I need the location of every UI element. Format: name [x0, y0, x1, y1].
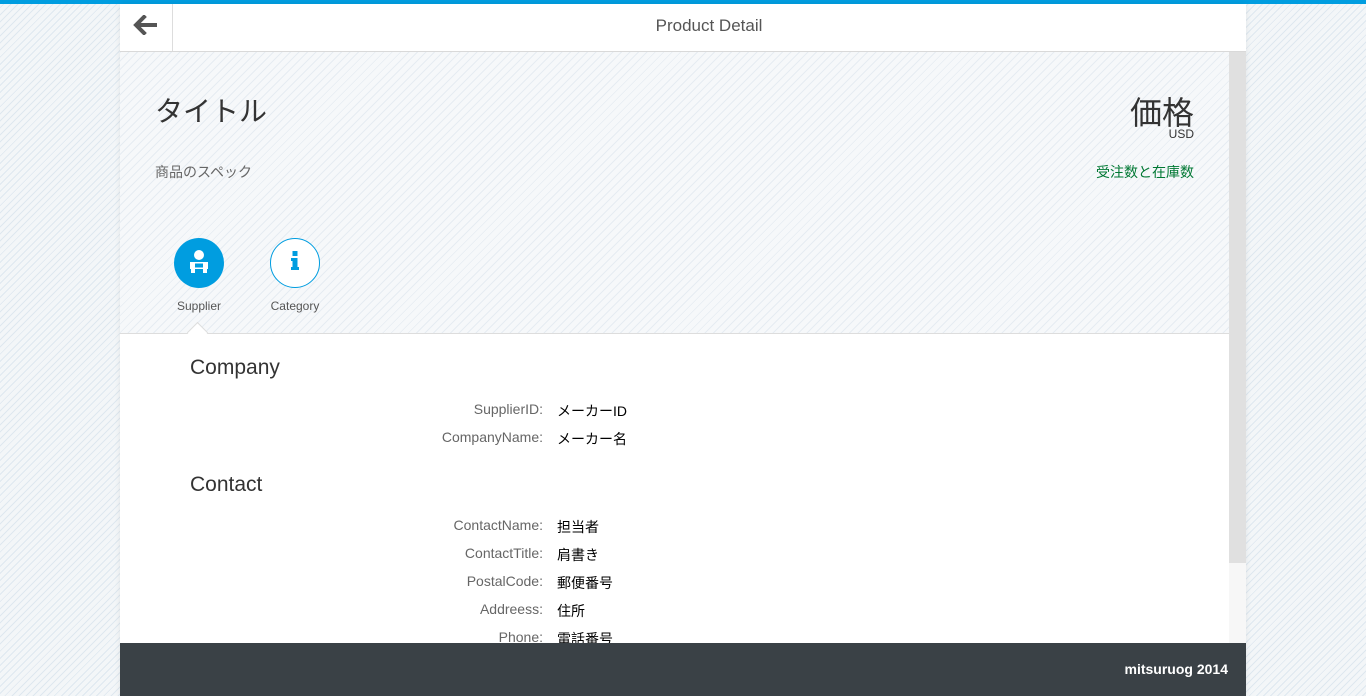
back-button[interactable] [120, 4, 173, 51]
tab-content: Company SupplierID: メーカーID CompanyName: … [120, 334, 1229, 643]
object-attribute: 商品のスペック [155, 164, 253, 180]
field-value: メーカー名 [557, 431, 627, 447]
field-value: 肩書き [557, 547, 599, 563]
page-footer: mitsuruog 2014 [120, 643, 1246, 696]
section-title-contact: Contact [190, 473, 263, 496]
scrollbar-thumb[interactable] [1229, 52, 1246, 563]
arrow-left-icon [133, 14, 159, 40]
field-value: 郵便番号 [557, 575, 613, 591]
field-value: 電話番号 [557, 631, 613, 643]
form-row: ContactTitle: 肩書き [120, 545, 1229, 567]
page-title: Product Detail [655, 16, 763, 35]
form-row: Phone: 電話番号 [120, 629, 1229, 643]
tab-category[interactable]: Category [255, 238, 335, 324]
tab-category-label: Category [270, 299, 320, 313]
tab-supplier-label: Supplier [176, 299, 222, 313]
object-number-unit: USD [1168, 127, 1194, 141]
info-icon [289, 249, 301, 278]
field-label: SupplierID: [473, 401, 543, 417]
form-row: Addreess: 住所 [120, 601, 1229, 623]
field-value: メーカーID [557, 403, 627, 419]
form-row: PostalCode: 郵便番号 [120, 573, 1229, 595]
field-value: 住所 [557, 603, 585, 619]
field-label: ContactTitle: [464, 545, 543, 561]
object-title: タイトル [155, 96, 268, 127]
form-row: ContactName: 担当者 [120, 517, 1229, 539]
tab-supplier-circle[interactable] [174, 238, 224, 288]
field-value: 担当者 [557, 519, 599, 535]
page-header: Product Detail [120, 4, 1246, 52]
field-label: PostalCode: [466, 573, 543, 589]
form-row: SupplierID: メーカーID [120, 401, 1229, 423]
object-status: 受注数と在庫数 [1096, 164, 1194, 180]
field-label: Phone: [498, 629, 543, 643]
section-title-company: Company [190, 356, 280, 379]
footer-credit: mitsuruog 2014 [1124, 661, 1228, 677]
field-label: Addreess: [479, 601, 543, 617]
form-row: CompanyName: メーカー名 [120, 429, 1229, 451]
object-header: タイトル 価格 USD 商品のスペック 受注数と在庫数 Supplier Cat… [120, 52, 1229, 334]
field-label: ContactName: [453, 517, 543, 533]
person-icon [187, 248, 211, 279]
field-label: CompanyName: [441, 429, 543, 445]
app-shell: Product Detail タイトル 価格 USD 商品のスペック 受注数と在… [120, 4, 1246, 696]
tab-supplier[interactable]: Supplier [159, 238, 239, 324]
tab-category-circle[interactable] [270, 238, 320, 288]
